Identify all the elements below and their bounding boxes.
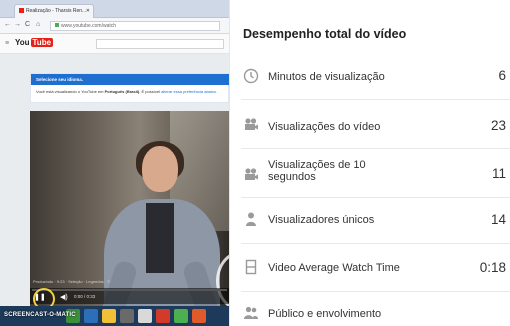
metric-row-average-watch-time[interactable]: Video Average Watch Time 0:18 xyxy=(230,244,510,292)
taskbar-app-icon[interactable] xyxy=(156,309,170,323)
video-info-caption: Produzindo · 9:23 · Seleção · Legendas ·… xyxy=(33,279,111,284)
metric-label: Minutos de visualização xyxy=(268,71,385,83)
language-notice: Selecione seu idioma. Você está visualiz… xyxy=(30,73,229,103)
group-icon xyxy=(243,305,259,321)
video-time: 0:00 / 0:33 xyxy=(74,294,96,299)
metric-value: 14 xyxy=(490,212,506,227)
language-notice-text: Você está visualizando o YouTube em Port… xyxy=(36,89,217,94)
clock-icon xyxy=(243,68,259,84)
metric-value: 11 xyxy=(491,166,506,181)
youtube-favicon-icon xyxy=(19,8,24,14)
secure-lock-icon xyxy=(55,23,59,27)
film-icon xyxy=(243,259,259,275)
forward-icon[interactable]: → xyxy=(14,21,21,28)
youtube-header: ≡ You Tube xyxy=(0,34,229,54)
language-notice-lang: Português (Brasil). xyxy=(104,89,141,94)
metric-value: 0:18 xyxy=(479,260,506,275)
language-notice-title: Selecione seu idioma. xyxy=(31,74,229,85)
browser-tab[interactable]: Realização - Tharsis Ren... ✕ xyxy=(14,4,94,18)
divider xyxy=(241,148,510,149)
person-icon xyxy=(243,211,259,227)
metric-value: 6 xyxy=(498,68,506,83)
volume-icon[interactable]: ◀) xyxy=(60,293,68,301)
language-notice-tail: É possível xyxy=(141,89,160,94)
camera-icon xyxy=(243,116,259,132)
language-preference-link[interactable]: alterar essa preferência abaixo. xyxy=(161,89,217,94)
taskbar-app-icon[interactable] xyxy=(84,309,98,323)
video-performance-panel: Desempenho total do vídeo Minutos de vis… xyxy=(229,0,510,326)
taskbar-app-icon[interactable] xyxy=(120,309,134,323)
divider xyxy=(241,99,510,100)
presenter-shirt xyxy=(146,203,174,273)
taskbar-app-icon[interactable] xyxy=(138,309,152,323)
reload-icon[interactable]: C xyxy=(25,21,30,28)
video-progress-bar[interactable] xyxy=(32,289,227,291)
youtube-search-input[interactable] xyxy=(96,39,224,49)
language-notice-sentence: Você está visualizando o YouTube em xyxy=(36,89,104,94)
screencast-watermark: SCREENCAST-O-MATIC xyxy=(4,312,76,318)
youtube-logo-you: You xyxy=(15,38,30,47)
hamburger-menu-icon[interactable]: ≡ xyxy=(5,40,9,47)
browser-tab-title: Realização - Tharsis Ren... xyxy=(26,8,87,14)
metric-row-watch-minutes[interactable]: Minutos de visualização 6 xyxy=(230,52,510,100)
metric-row-audience-engagement[interactable]: Público e envolvimento xyxy=(230,292,510,326)
metric-label: Público e envolvimento xyxy=(268,308,382,320)
metric-label: Visualizadores únicos xyxy=(268,214,375,226)
metric-label: Visualizações de 10 segundos xyxy=(268,159,366,183)
taskbar-app-icon[interactable] xyxy=(174,309,188,323)
metric-row-unique-viewers[interactable]: Visualizadores únicos 14 xyxy=(230,196,510,244)
address-bar-url: www.youtube.com/watch xyxy=(61,23,117,29)
metric-row-10-second-views[interactable]: Visualizações de 10 segundos 11 xyxy=(230,150,510,198)
close-tab-icon[interactable]: ✕ xyxy=(86,8,90,14)
metric-label: Visualizações do vídeo xyxy=(268,121,381,133)
screen-recording-preview: Realização - Tharsis Ren... ✕ ← → C ⌂ ww… xyxy=(0,0,229,326)
camera-icon xyxy=(243,166,259,182)
metric-label: Video Average Watch Time xyxy=(268,262,400,274)
youtube-logo[interactable]: You Tube xyxy=(15,38,54,50)
youtube-logo-tube: Tube xyxy=(30,38,54,47)
metric-row-video-views[interactable]: Visualizações do vídeo 23 xyxy=(230,101,510,149)
presenter-head xyxy=(142,146,178,192)
browser-toolbar: ← → C ⌂ www.youtube.com/watch xyxy=(0,18,229,34)
back-icon[interactable]: ← xyxy=(4,21,11,28)
panel-title: Desempenho total do vídeo xyxy=(243,27,407,41)
browser-tab-strip: Realização - Tharsis Ren... ✕ xyxy=(0,0,229,18)
taskbar-app-icon[interactable] xyxy=(102,309,116,323)
address-bar[interactable]: www.youtube.com/watch xyxy=(50,21,220,31)
home-icon[interactable]: ⌂ xyxy=(36,21,40,28)
video-controls: ❚❚ ◀) 0:00 / 0:33 xyxy=(30,288,229,304)
taskbar-app-icon[interactable] xyxy=(192,309,206,323)
metric-value: 23 xyxy=(490,118,506,133)
